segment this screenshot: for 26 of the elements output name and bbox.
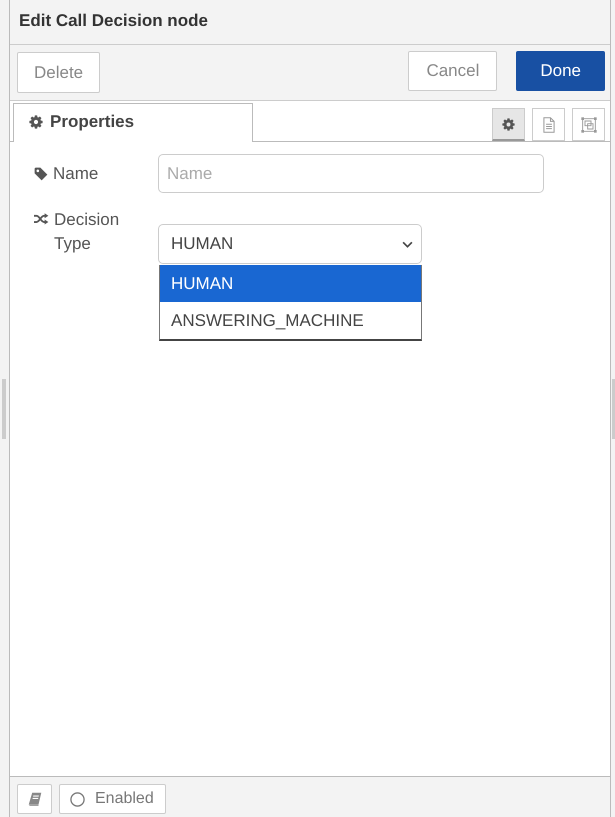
select-field[interactable]: HUMAN	[158, 224, 422, 264]
frame-button[interactable]	[572, 108, 605, 141]
field-label: Decision Type	[54, 209, 120, 255]
document-button[interactable]	[532, 108, 565, 141]
text-input[interactable]: Name	[158, 154, 544, 193]
resize-handle[interactable]	[2, 378, 6, 438]
dropdown-option[interactable]: ANSWERING_MACHINE	[160, 302, 421, 339]
shuffle-icon	[34, 213, 49, 226]
done-button[interactable]: Done	[516, 51, 605, 91]
delete-button[interactable]: Delete	[17, 52, 100, 93]
cancel-button[interactable]: Cancel	[408, 51, 498, 91]
toggle-button[interactable]: Enabled	[59, 784, 166, 814]
resize-handle[interactable]	[612, 378, 615, 438]
gear-icon	[29, 115, 43, 129]
window-title: Edit Call Decision node	[19, 10, 208, 30]
tag-icon	[34, 166, 48, 180]
field-label: Name	[53, 162, 100, 184]
gear-icon	[502, 118, 515, 130]
settings-button[interactable]	[492, 108, 525, 141]
dropdown-option[interactable]: HUMAN	[160, 265, 421, 302]
document-icon	[542, 116, 554, 132]
tab[interactable]: Properties	[13, 103, 253, 142]
info-button[interactable]	[17, 784, 52, 814]
chevron-down-icon	[402, 240, 413, 248]
frame-icon	[580, 116, 596, 132]
book-icon	[28, 792, 42, 806]
